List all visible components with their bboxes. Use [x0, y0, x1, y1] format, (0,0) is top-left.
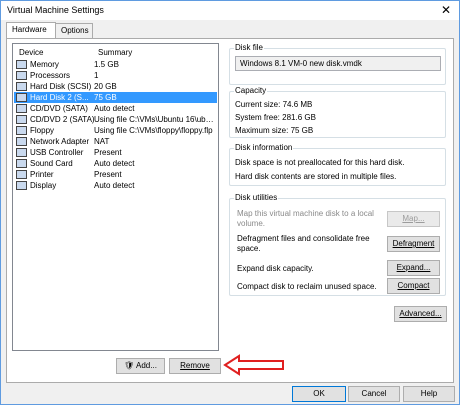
compact-text: Compact disk to reclaim unused space. — [237, 282, 377, 291]
hard-disk-icon — [16, 93, 27, 102]
close-icon[interactable]: ✕ — [441, 3, 451, 17]
hard-disk-icon — [16, 82, 27, 91]
device-row[interactable]: Memory 1.5 GB — [14, 59, 217, 70]
add-shield-icon: 🛡 — [124, 361, 135, 370]
tab-hardware[interactable]: Hardware — [6, 22, 56, 39]
device-row[interactable]: Hard Disk 2 (S... 75 GB — [14, 92, 217, 103]
memory-icon — [16, 60, 27, 69]
device-list[interactable]: Device Summary Memory 1.5 GB Processors 1 Ha… — [12, 43, 219, 351]
help-button[interactable]: Help — [403, 386, 455, 402]
floppy-icon — [16, 126, 27, 135]
disk-file-title: Disk file — [234, 43, 265, 52]
device-name: Hard Disk 2 (S... — [30, 93, 89, 102]
device-name: CD/DVD (SATA) — [30, 104, 88, 113]
cd-dvd-icon — [16, 115, 27, 124]
device-row[interactable]: Hard Disk (SCSI) 20 GB — [14, 81, 217, 92]
map-button[interactable]: Map... — [387, 211, 440, 227]
maximum-size-text: Maximum size: 75 GB — [235, 126, 314, 135]
defragment-button[interactable]: Defragment — [387, 236, 440, 252]
defragment-text-line-1: Defragment files and consolidate free — [237, 234, 370, 243]
capacity-group: Capacity Current size: 74.6 MB System fr… — [229, 86, 446, 138]
processor-icon — [16, 71, 27, 80]
printer-icon — [16, 170, 27, 179]
device-name: CD/DVD 2 (SATA) — [30, 115, 95, 124]
defragment-text-line-2: space. — [237, 244, 261, 253]
device-summary: Auto detect — [94, 181, 135, 190]
title-bar: Virtual Machine Settings ✕ — [1, 1, 459, 20]
sound-card-icon — [16, 159, 27, 168]
advanced-button[interactable]: Advanced... — [394, 306, 447, 322]
disk-information-title: Disk information — [234, 143, 294, 152]
summary-column-header: Summary — [98, 48, 133, 57]
disk-information-group: Disk information Disk space is not preal… — [229, 143, 446, 186]
disk-file-field[interactable]: Windows 8.1 VM-0 new disk.vmdk — [235, 56, 441, 71]
device-name: Printer — [30, 170, 54, 179]
settings-window: Virtual Machine Settings ✕ Hardware Opti… — [0, 0, 460, 405]
disk-utilities-title: Disk utilities — [234, 193, 279, 202]
device-row[interactable]: USB Controller Present — [14, 147, 217, 158]
device-row[interactable]: Processors 1 — [14, 70, 217, 81]
device-summary: Present — [94, 170, 122, 179]
cancel-button[interactable]: Cancel — [348, 386, 400, 402]
expand-button[interactable]: Expand... — [387, 260, 440, 276]
device-name: Floppy — [30, 126, 55, 135]
capacity-title: Capacity — [234, 86, 268, 95]
usb-icon — [16, 148, 27, 157]
device-summary: 1.5 GB — [94, 60, 119, 69]
current-size-text: Current size: 74.6 MB — [235, 100, 313, 109]
window-title: Virtual Machine Settings — [7, 5, 104, 15]
device-summary: Using file C:\VMs\floppy\floppy.flp — [94, 126, 213, 135]
disk-info-line-2: Hard disk contents are stored in multipl… — [235, 172, 397, 181]
ok-button[interactable]: OK — [292, 386, 346, 402]
annotation-arrow-icon — [223, 354, 284, 376]
tab-options[interactable]: Options — [55, 23, 93, 38]
device-summary: Auto detect — [94, 159, 135, 168]
map-text-line-1: Map this virtual machine disk to a local — [237, 209, 374, 218]
compact-button[interactable]: Compact — [387, 278, 440, 294]
device-name: Network Adapter — [30, 137, 90, 146]
disk-utilities-group: Disk utilities Map this virtual machine … — [229, 193, 446, 296]
device-row[interactable]: Floppy Using file C:\VMs\floppy\floppy.fl… — [14, 125, 217, 136]
device-name: Display — [30, 181, 57, 190]
device-row[interactable]: Sound Card Auto detect — [14, 158, 217, 169]
device-row[interactable]: CD/DVD (SATA) Auto detect — [14, 103, 217, 114]
device-name: Sound Card — [30, 159, 73, 168]
device-row[interactable]: CD/DVD 2 (SATA) Using file C:\VMs\Ubuntu … — [14, 114, 217, 125]
device-summary: 20 GB — [94, 82, 117, 91]
device-row[interactable]: Network Adapter NAT — [14, 136, 217, 147]
remove-button[interactable]: Remove — [169, 358, 221, 374]
device-summary: 1 — [94, 71, 99, 80]
device-name: Processors — [30, 71, 71, 80]
device-column-header: Device — [19, 48, 44, 57]
device-summary: NAT — [94, 137, 110, 146]
device-summary: Using file C:\VMs\Ubuntu 16\ubun... — [94, 115, 216, 124]
device-row[interactable]: Printer Present — [14, 169, 217, 180]
system-free-text: System free: 281.6 GB — [235, 113, 316, 122]
device-summary: Present — [94, 148, 122, 157]
add-button[interactable]: 🛡 Add... — [116, 358, 165, 374]
expand-text: Expand disk capacity. — [237, 264, 314, 273]
network-adapter-icon — [16, 137, 27, 146]
device-summary: Auto detect — [94, 104, 135, 113]
map-text-line-2: volume. — [237, 219, 266, 228]
device-row[interactable]: Display Auto detect — [14, 180, 217, 191]
disk-info-line-1: Disk space is not preallocated for this … — [235, 158, 405, 167]
device-summary: 75 GB — [94, 93, 117, 102]
disk-file-group: Disk file Windows 8.1 VM-0 new disk.vmdk — [229, 43, 446, 85]
cd-dvd-icon — [16, 104, 27, 113]
display-icon — [16, 181, 27, 190]
device-name: Hard Disk (SCSI) — [30, 82, 92, 91]
device-name: Memory — [30, 60, 59, 69]
device-name: USB Controller — [30, 148, 84, 157]
